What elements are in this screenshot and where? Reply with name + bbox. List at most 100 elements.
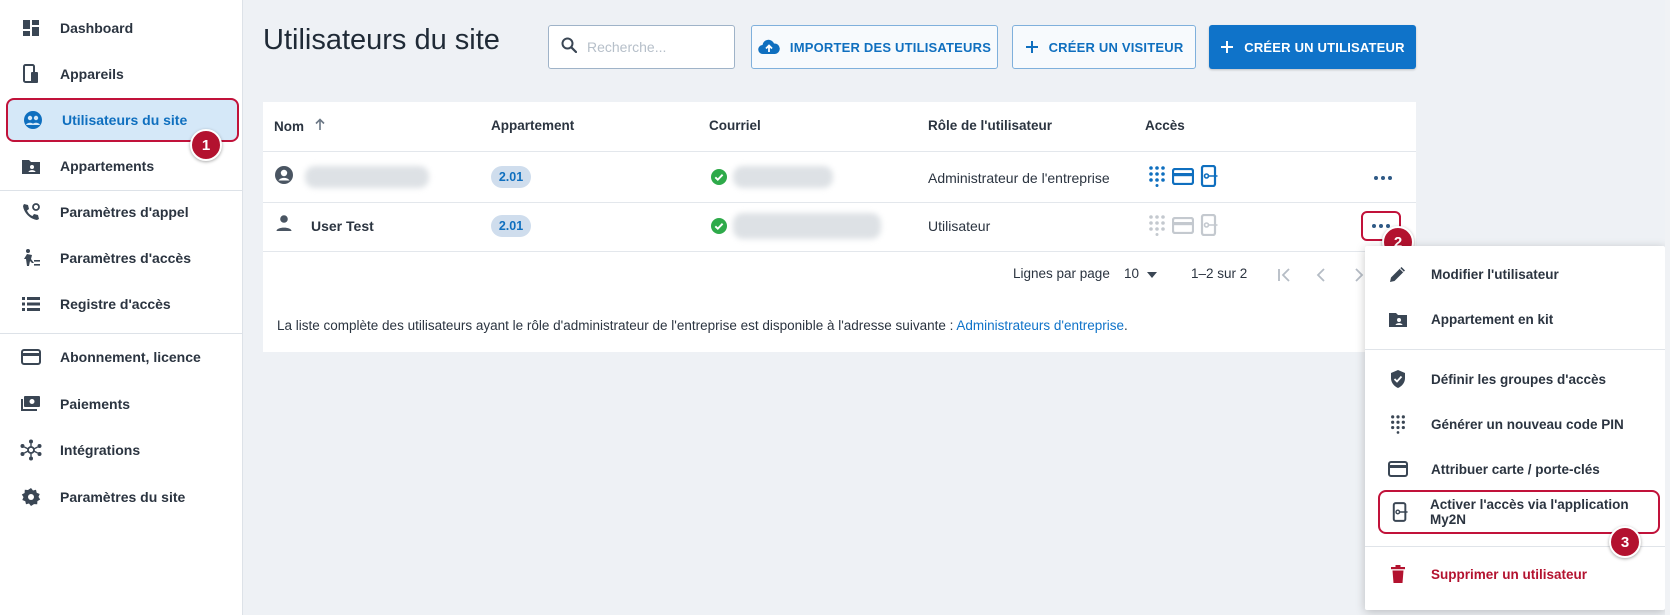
page-title: Utilisateurs du site bbox=[263, 24, 500, 56]
card-icon bbox=[1171, 167, 1195, 190]
sidebar-item-label: Dashboard bbox=[60, 20, 134, 36]
gear-icon bbox=[20, 486, 42, 508]
pagination-range: 1–2 sur 2 bbox=[1191, 266, 1248, 281]
sidebar-item-label: Paramètres d'accès bbox=[60, 250, 191, 266]
user-role: Utilisateur bbox=[928, 218, 991, 234]
admin-footnote: La liste complète des utilisateurs ayant… bbox=[277, 318, 1128, 333]
callout-badge-3: 3 bbox=[1609, 526, 1641, 558]
sort-ascending-icon bbox=[314, 118, 326, 134]
sidebar-item-integrations[interactable]: Intégrations bbox=[6, 428, 239, 472]
first-page-icon[interactable] bbox=[1277, 268, 1291, 287]
site-users-icon bbox=[22, 109, 44, 131]
sidebar-item-dashboard[interactable]: Dashboard bbox=[6, 6, 239, 50]
plus-icon bbox=[1025, 40, 1039, 54]
access-log-icon bbox=[20, 293, 42, 315]
column-header-email[interactable]: Courriel bbox=[709, 118, 761, 133]
keypad-icon bbox=[1148, 165, 1166, 192]
keypad-icon bbox=[1387, 413, 1409, 435]
access-methods bbox=[1148, 213, 1218, 241]
rows-per-page-select[interactable]: 10 bbox=[1124, 266, 1158, 281]
dashboard-icon bbox=[20, 17, 42, 39]
search-box[interactable] bbox=[548, 25, 735, 69]
redacted-email bbox=[733, 166, 833, 188]
apartment-chip: 2.01 bbox=[491, 166, 531, 188]
mobile-key-icon bbox=[1200, 213, 1218, 241]
column-header-apartment[interactable]: Appartement bbox=[491, 118, 574, 133]
next-page-icon[interactable] bbox=[1354, 268, 1364, 287]
sidebar-item-label: Paramètres d'appel bbox=[60, 204, 189, 220]
redacted-name bbox=[305, 166, 429, 188]
redacted-email bbox=[733, 213, 881, 239]
access-methods bbox=[1148, 164, 1218, 192]
import-users-label: IMPORTER DES UTILISATEURS bbox=[789, 39, 992, 55]
menu-item-delete-user[interactable]: Supprimer un utilisateur bbox=[1365, 552, 1665, 596]
apartment-kit-icon bbox=[1387, 308, 1409, 330]
menu-divider bbox=[1365, 349, 1665, 350]
sidebar: Dashboard Appareils Utilisateurs du site… bbox=[0, 0, 243, 615]
card-icon bbox=[1387, 458, 1409, 480]
access-settings-icon bbox=[20, 247, 42, 269]
payments-icon bbox=[20, 393, 42, 415]
sidebar-item-label: Utilisateurs du site bbox=[62, 112, 188, 128]
create-user-button[interactable]: CRÉER UN UTILISATEUR bbox=[1209, 25, 1416, 69]
rows-per-page-label: Lignes par page bbox=[1013, 266, 1110, 281]
page-edge bbox=[1665, 0, 1670, 615]
sidebar-item-label: Appareils bbox=[60, 66, 124, 82]
sidebar-item-site-settings[interactable]: Paramètres du site bbox=[6, 475, 239, 519]
apartment-chip: 2.01 bbox=[491, 215, 531, 237]
sidebar-divider bbox=[0, 333, 243, 334]
sidebar-item-access-settings[interactable]: Paramètres d'accès bbox=[6, 236, 239, 280]
card-icon bbox=[1171, 216, 1195, 239]
table-divider bbox=[263, 202, 1416, 203]
subscription-icon bbox=[20, 346, 42, 368]
table-divider bbox=[263, 151, 1416, 152]
keypad-icon bbox=[1148, 214, 1166, 241]
sidebar-item-label: Abonnement, licence bbox=[60, 349, 201, 365]
sidebar-item-payments[interactable]: Paiements bbox=[6, 382, 239, 426]
menu-item-generate-pin[interactable]: Générer un nouveau code PIN bbox=[1365, 402, 1665, 446]
sidebar-item-access-log[interactable]: Registre d'accès bbox=[6, 282, 239, 326]
column-header-role[interactable]: Rôle de l'utilisateur bbox=[928, 118, 1052, 133]
sidebar-item-label: Intégrations bbox=[60, 442, 141, 458]
menu-item-assign-card[interactable]: Attribuer carte / porte-clés bbox=[1365, 447, 1665, 491]
column-header-access: Accès bbox=[1145, 118, 1185, 133]
caret-down-icon bbox=[1147, 266, 1158, 281]
table-divider bbox=[263, 251, 1416, 252]
enterprise-admins-link[interactable]: Administrateurs d'entreprise bbox=[956, 318, 1124, 333]
sidebar-item-call-settings[interactable]: Paramètres d'appel bbox=[6, 190, 239, 234]
trash-icon bbox=[1387, 563, 1409, 585]
plus-icon bbox=[1220, 40, 1234, 54]
menu-item-edit-user[interactable]: Modifier l'utilisateur bbox=[1365, 252, 1665, 296]
person-icon bbox=[275, 214, 293, 237]
call-settings-icon bbox=[20, 201, 42, 223]
shield-icon bbox=[1387, 368, 1409, 390]
user-name: User Test bbox=[311, 218, 374, 234]
search-input[interactable] bbox=[587, 39, 727, 55]
callout-badge-1: 1 bbox=[190, 129, 222, 161]
row-actions-button[interactable] bbox=[1366, 166, 1400, 190]
user-circle-icon bbox=[274, 165, 294, 190]
previous-page-icon[interactable] bbox=[1316, 268, 1326, 287]
sidebar-item-label: Paramètres du site bbox=[60, 489, 186, 505]
menu-item-access-groups[interactable]: Définir les groupes d'accès bbox=[1365, 357, 1665, 401]
verified-check-icon bbox=[711, 169, 727, 190]
pencil-icon bbox=[1387, 263, 1409, 285]
column-header-name[interactable]: Nom bbox=[274, 118, 326, 134]
user-role: Administrateur de l'entreprise bbox=[928, 170, 1110, 186]
sidebar-item-label: Appartements bbox=[60, 158, 155, 174]
import-users-button[interactable]: IMPORTER DES UTILISATEURS bbox=[751, 25, 998, 69]
create-visitor-button[interactable]: CRÉER UN VISITEUR bbox=[1012, 25, 1196, 69]
sidebar-item-label: Paiements bbox=[60, 396, 131, 412]
apartment-icon bbox=[20, 155, 42, 177]
mobile-key-icon bbox=[1389, 501, 1410, 523]
sidebar-item-subscription[interactable]: Abonnement, licence bbox=[6, 335, 239, 379]
cloud-upload-icon bbox=[758, 39, 780, 55]
verified-check-icon bbox=[711, 218, 727, 239]
menu-item-apartment-kit[interactable]: Appartement en kit bbox=[1365, 297, 1665, 341]
create-visitor-label: CRÉER UN VISITEUR bbox=[1048, 39, 1184, 55]
integrations-icon bbox=[20, 439, 42, 461]
sidebar-item-label: Registre d'accès bbox=[60, 296, 171, 312]
mobile-key-icon bbox=[1200, 164, 1218, 192]
sidebar-item-devices[interactable]: Appareils bbox=[6, 52, 239, 96]
search-icon bbox=[561, 37, 578, 58]
